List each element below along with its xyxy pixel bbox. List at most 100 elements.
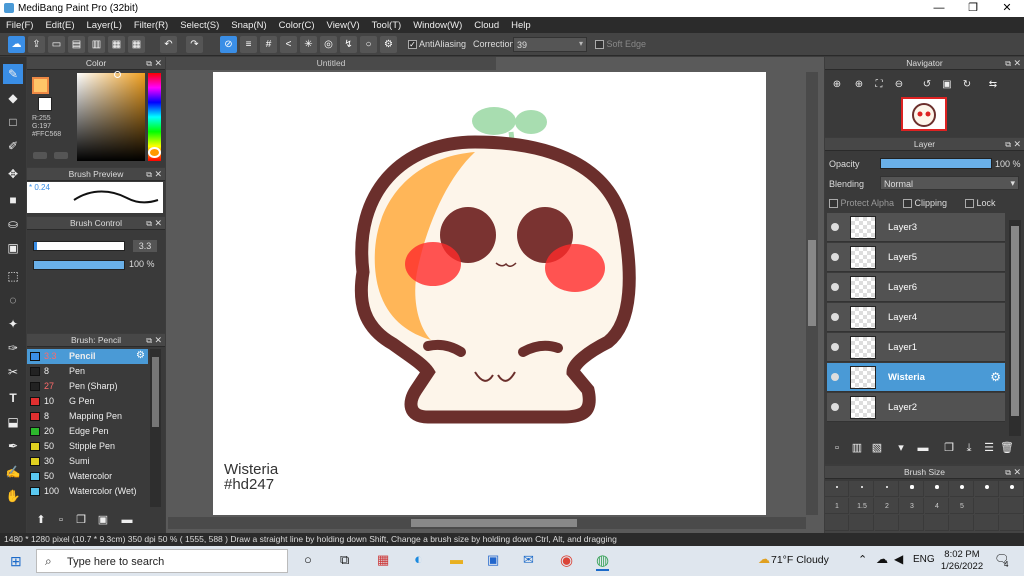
brush-size-cell[interactable]	[825, 515, 849, 531]
brush-item[interactable]: 8 Pen	[27, 364, 148, 379]
brush-tool-icon[interactable]: ✎	[3, 64, 23, 84]
popout-icon[interactable]: ⧉	[1005, 466, 1011, 479]
taskbar-search[interactable]: ⌕ Type here to search	[36, 549, 288, 573]
comment-icon[interactable]: ▤	[68, 36, 85, 53]
cross-snap-icon[interactable]: #	[260, 36, 277, 53]
layer-row[interactable]: Layer1	[827, 333, 1005, 362]
layer-row[interactable]: Layer5	[827, 243, 1005, 272]
visibility-eye-icon[interactable]	[831, 283, 839, 291]
layer-row[interactable]: Wisteria ⚙	[827, 363, 1005, 392]
hand-tool-icon[interactable]: ✋	[3, 486, 23, 506]
language-indicator[interactable]: ENG	[913, 554, 935, 565]
dot-tool-icon[interactable]: ✐	[3, 136, 23, 156]
secondary-color-swatch[interactable]	[38, 97, 52, 111]
menu-select[interactable]: Select(S)	[180, 20, 225, 31]
layout-icon[interactable]: ▦	[128, 36, 145, 53]
chat-icon[interactable]: ▭	[48, 36, 65, 53]
brush-size-cell[interactable]	[950, 481, 974, 497]
magic-wand-tool-icon[interactable]: ✦	[3, 314, 23, 334]
vanishing-snap-icon[interactable]: <	[280, 36, 297, 53]
new-halftone-layer-icon[interactable]: ▧	[867, 438, 887, 458]
zoom-in-alt-icon[interactable]: ⊕	[849, 75, 869, 95]
scrollbar-thumb[interactable]	[808, 240, 816, 326]
select-pen-tool-icon[interactable]: ✑	[3, 338, 23, 358]
circle-snap-icon[interactable]: ◎	[320, 36, 337, 53]
rotate-left-icon[interactable]: ↺	[917, 75, 937, 95]
brush-item[interactable]: 10 G Pen	[27, 394, 148, 409]
clock[interactable]: 8:02 PM 1/26/2022	[940, 549, 984, 573]
menu-filter[interactable]: Filter(R)	[134, 20, 174, 31]
document-icon[interactable]: ▥	[88, 36, 105, 53]
close-icon[interactable]: ✕	[154, 57, 162, 70]
blending-select[interactable]: Normal ▾	[880, 176, 1019, 190]
canvas-horizontal-scrollbar[interactable]	[168, 517, 806, 529]
menu-view[interactable]: View(V)	[327, 20, 366, 31]
parallel-snap-icon[interactable]: ≡	[240, 36, 257, 53]
eyedropper-tool-icon[interactable]: ✒	[3, 436, 23, 456]
zoom-in-icon[interactable]: ⊕	[827, 75, 847, 95]
hue-slider[interactable]	[148, 73, 161, 161]
brush-size-cell[interactable]	[850, 481, 874, 497]
visibility-eye-icon[interactable]	[831, 403, 839, 411]
curve-snap-icon[interactable]: ↯	[340, 36, 357, 53]
correction-select[interactable]: 39 ▾	[513, 37, 587, 52]
speaker-icon[interactable]: ◀	[894, 552, 903, 566]
menu-cloud[interactable]: Cloud	[474, 20, 505, 31]
brush-item[interactable]: 50 Watercolor	[27, 469, 148, 484]
gradient-tool-icon[interactable]: ▣	[3, 238, 23, 258]
bucket-tool-icon[interactable]: ⛀	[3, 214, 23, 234]
popout-icon[interactable]: ⧉	[1005, 138, 1011, 151]
brush-size-cell[interactable]	[1000, 498, 1024, 514]
brush-size-cell[interactable]: 2	[875, 498, 899, 514]
popout-icon[interactable]: ⧉	[146, 334, 152, 347]
chevron-up-icon[interactable]: ⌃	[858, 553, 867, 566]
undo-icon[interactable]: ↶	[160, 36, 177, 53]
clipping-checkbox[interactable]	[903, 199, 912, 209]
pen-tool-icon[interactable]: ✍	[3, 462, 23, 482]
merge-down-icon[interactable]: ⤓	[959, 438, 979, 458]
brush-size-cell[interactable]: 1	[825, 498, 849, 514]
mail-icon[interactable]: ✉	[523, 552, 534, 568]
minimize-button[interactable]: —	[922, 0, 956, 17]
add-layer-menu-icon[interactable]: ▾	[891, 438, 911, 458]
eraser-tool-icon[interactable]: ◆	[3, 88, 23, 108]
popout-icon[interactable]: ⧉	[146, 57, 152, 70]
actual-size-icon[interactable]: ▣	[937, 75, 957, 95]
grid-icon[interactable]: ▦	[108, 36, 125, 53]
brush-size-cell[interactable]	[850, 515, 874, 531]
brush-size-cell[interactable]	[875, 481, 899, 497]
flip-icon[interactable]: ⇆	[983, 75, 1003, 95]
add-brush-icon[interactable]: ⬆	[31, 510, 51, 530]
brush-size-slider[interactable]	[33, 241, 125, 251]
scrollbar-thumb[interactable]	[152, 357, 159, 427]
edge-browser-icon[interactable]: ◐	[414, 551, 423, 568]
brush-size-cell[interactable]: 5	[950, 498, 974, 514]
select-eraser-tool-icon[interactable]: ✂	[3, 362, 23, 382]
menu-color[interactable]: Color(C)	[279, 20, 321, 31]
brush-size-cell[interactable]	[925, 515, 949, 531]
reset-color-button[interactable]	[54, 152, 68, 159]
brush-item[interactable]: 27 Pen (Sharp)	[27, 379, 148, 394]
shape-tool-icon[interactable]: □	[3, 112, 23, 132]
visibility-eye-icon[interactable]	[831, 223, 839, 231]
close-icon[interactable]: ✕	[154, 334, 162, 347]
fill-rect-tool-icon[interactable]: ■	[3, 190, 23, 210]
brush-size-cell[interactable]	[1000, 481, 1024, 497]
brush-size-cell[interactable]	[900, 515, 924, 531]
menu-snap[interactable]: Snap(N)	[231, 20, 272, 31]
brush-size-cell[interactable]	[825, 481, 849, 497]
new-layer-icon[interactable]: ▫	[827, 438, 847, 458]
brush-menu-icon[interactable]: ▣	[93, 510, 113, 530]
visibility-eye-icon[interactable]	[831, 373, 839, 381]
popout-icon[interactable]: ⧉	[146, 168, 152, 181]
brush-size-cell[interactable]	[900, 481, 924, 497]
brush-size-cell[interactable]	[950, 515, 974, 531]
cloud-icon[interactable]: ☁	[8, 36, 25, 53]
layer-settings-gear-icon[interactable]: ⚙	[990, 370, 1001, 384]
brush-size-cell[interactable]: 4	[925, 498, 949, 514]
layer-row[interactable]: Layer6	[827, 273, 1005, 302]
zoom-out-icon[interactable]: ⊖	[889, 75, 909, 95]
brush-item[interactable]: 30 Sumi	[27, 454, 148, 469]
brush-size-cell[interactable]	[875, 515, 899, 531]
store-icon[interactable]: ▣	[487, 552, 499, 568]
